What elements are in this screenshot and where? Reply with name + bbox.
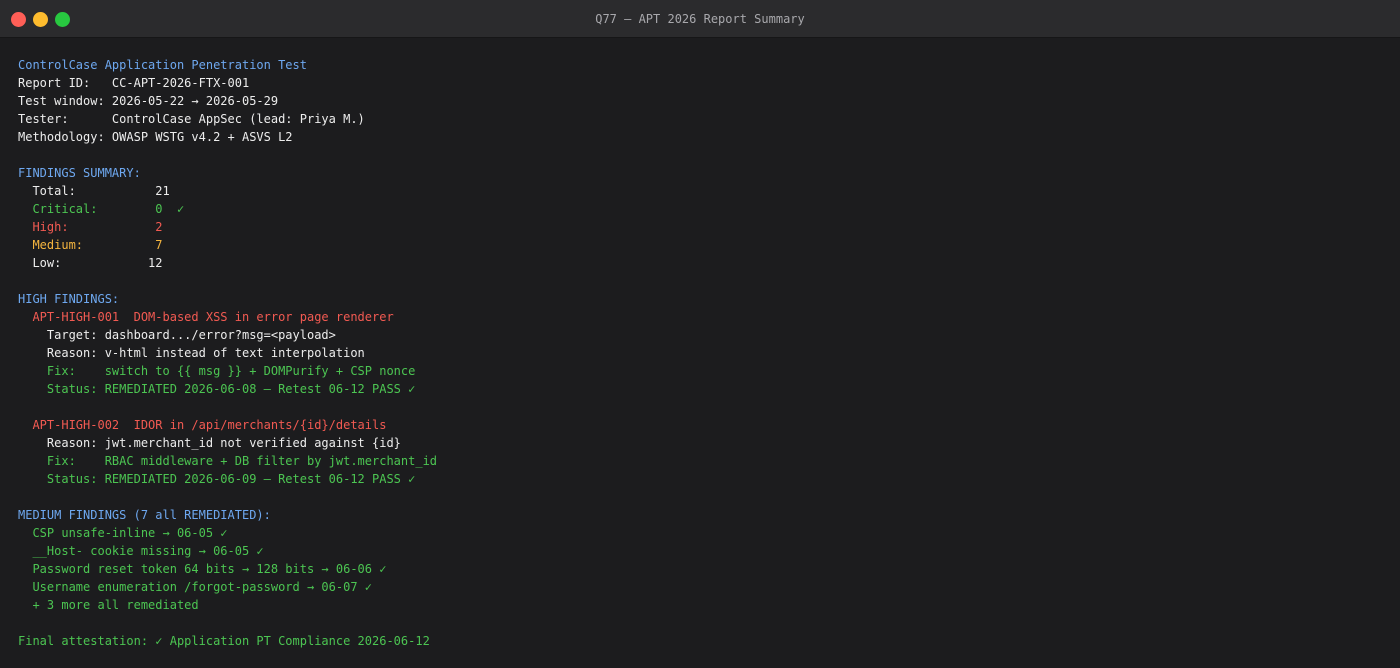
report-id-line: Report ID: CC-APT-2026-FTX-001 — [18, 76, 250, 90]
medium-finding-item: Username enumeration /forgot-password → … — [18, 580, 373, 594]
high-finding-detail: Reason: jwt.merchant_id not verified aga… — [18, 436, 401, 450]
terminal-output[interactable]: ControlCase Application Penetration Test… — [0, 38, 1400, 650]
medium-finding-item: __Host- cookie missing → 06-05 ✓ — [18, 544, 264, 558]
final-attestation-line: Final attestation: ✓ Application PT Comp… — [18, 634, 430, 648]
summary-critical-line: Critical: 0 ✓ — [18, 202, 185, 216]
high-finding-detail: Reason: v-html instead of text interpola… — [18, 346, 365, 360]
medium-finding-item: + 3 more all remediated — [18, 598, 199, 612]
methodology-line: Methodology: OWASP WSTG v4.2 + ASVS L2 — [18, 130, 293, 144]
tester-line: Tester: ControlCase AppSec (lead: Priya … — [18, 112, 365, 126]
high-findings-heading: HIGH FINDINGS: — [18, 292, 120, 306]
test-window-line: Test window: 2026-05-22 → 2026-05-29 — [18, 94, 279, 108]
high-finding-fix: Fix: switch to {{ msg }} + DOMPurify + C… — [18, 364, 416, 378]
high-finding-title: APT-HIGH-002 IDOR in /api/merchants/{id}… — [18, 418, 387, 432]
medium-finding-item: Password reset token 64 bits → 128 bits … — [18, 562, 387, 576]
summary-low-line: Low: 12 — [18, 256, 163, 270]
summary-medium-line: Medium: 7 — [18, 238, 163, 252]
summary-total-line: Total: 21 — [18, 184, 170, 198]
high-finding-title: APT-HIGH-001 DOM-based XSS in error page… — [18, 310, 394, 324]
summary-high-line: High: 2 — [18, 220, 163, 234]
report-heading: ControlCase Application Penetration Test — [18, 58, 307, 72]
title-bar: Q77 — APT 2026 Report Summary — [0, 0, 1400, 38]
medium-finding-item: CSP unsafe-inline → 06-05 ✓ — [18, 526, 228, 540]
high-finding-fix: Fix: RBAC middleware + DB filter by jwt.… — [18, 454, 438, 468]
high-finding-detail: Target: dashboard.../error?msg=<payload> — [18, 328, 336, 342]
high-finding-status: Status: REMEDIATED 2026-06-08 — Retest 0… — [18, 382, 416, 396]
medium-findings-heading: MEDIUM FINDINGS (7 all REMEDIATED): — [18, 508, 271, 522]
findings-summary-heading: FINDINGS SUMMARY: — [18, 166, 141, 180]
high-finding-status: Status: REMEDIATED 2026-06-09 — Retest 0… — [18, 472, 416, 486]
terminal-window: Q77 — APT 2026 Report Summary ControlCas… — [0, 0, 1400, 668]
window-title: Q77 — APT 2026 Report Summary — [595, 12, 805, 26]
